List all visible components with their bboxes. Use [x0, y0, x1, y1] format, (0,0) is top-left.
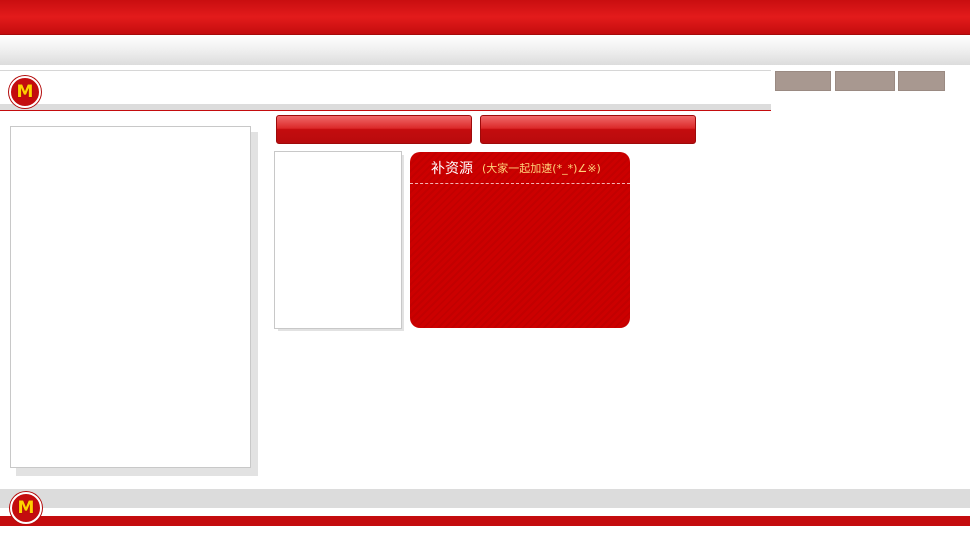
- red-tab-button-2[interactable]: [480, 115, 696, 144]
- top-red-bar: [0, 0, 970, 35]
- logo-letter-footer: M: [17, 497, 35, 518]
- header-band: [0, 70, 771, 111]
- header-tab-1[interactable]: [775, 71, 831, 91]
- footer-band: [0, 489, 970, 508]
- logo-letter: M: [16, 81, 34, 102]
- resource-card: 补资源 (大家一起加速(*_*)∠※): [410, 152, 630, 328]
- header-tab-2[interactable]: [835, 71, 895, 91]
- resource-card-header: 补资源 (大家一起加速(*_*)∠※): [410, 152, 630, 184]
- m-logo-icon-footer[interactable]: M: [10, 492, 42, 524]
- left-content-panel: [10, 126, 251, 468]
- resource-card-subtitle: (大家一起加速(*_*)∠※): [482, 162, 601, 175]
- m-logo-icon[interactable]: M: [9, 76, 41, 108]
- resource-card-title[interactable]: 补资源: [431, 158, 473, 178]
- header-underline: [0, 104, 771, 111]
- middle-content-panel: [274, 151, 402, 329]
- red-tab-button-1[interactable]: [276, 115, 472, 144]
- header-tab-3[interactable]: [898, 71, 945, 91]
- sub-navigation-bar: [0, 35, 970, 65]
- footer-red-bar: [0, 516, 970, 526]
